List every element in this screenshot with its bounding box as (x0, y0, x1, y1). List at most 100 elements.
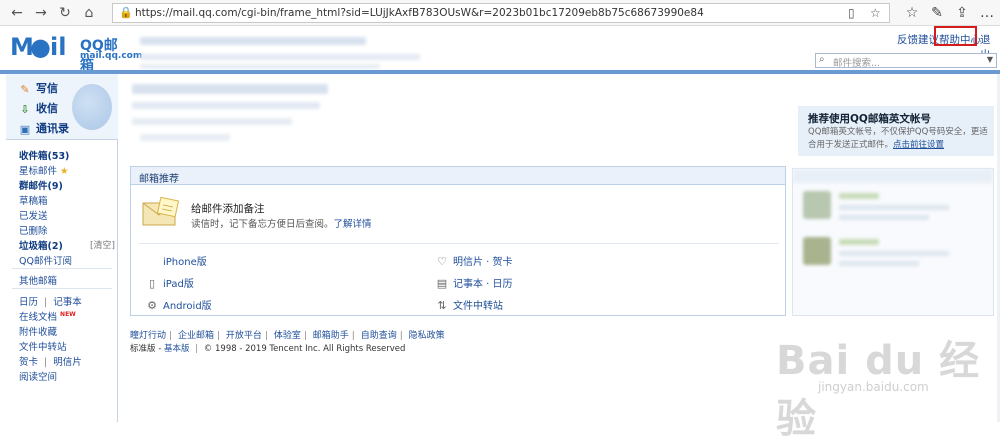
logo-url: mail.qq.com (80, 51, 143, 61)
feature-android[interactable]: ⚙ Android版 (145, 297, 212, 312)
feature-transfer-label: 文件中转站 (453, 301, 503, 312)
sidebar-item-inbox[interactable]: 收件箱(53) (19, 148, 69, 162)
footer-sep: | (264, 331, 268, 341)
go-settings-link[interactable]: 点击前往设置 (893, 140, 944, 150)
footer-link[interactable]: 开放平台 (226, 331, 262, 341)
note-feature-desc: 读信时，记下备忘方便日后查阅。了解详情 (191, 216, 372, 230)
feature-android-label: Android版 (163, 301, 212, 312)
chevron-down-icon[interactable]: ▼ (987, 55, 993, 64)
friend-name-blurred (839, 193, 879, 199)
english-account-recommend: 推荐使用QQ邮箱英文帐号 QQ邮箱英文帐号，不仅保护QQ号码安全，更适合用于发送… (798, 106, 994, 156)
forward-icon[interactable]: → (32, 4, 50, 22)
sidebar-item-file-transfer[interactable]: 文件中转站 (19, 339, 67, 353)
reading-view-icon[interactable]: ▯ (848, 6, 855, 20)
contacts-button[interactable]: ▣ 通讯录 (18, 120, 69, 136)
feature-notebook[interactable]: ▤ 记事本 · 日历 (435, 275, 513, 290)
avatar (803, 237, 831, 265)
feature-postcard-label: 明信片 · 贺卡 (453, 257, 513, 268)
footer-sep: | (351, 331, 355, 341)
sidebar-item-drafts[interactable]: 草稿箱 (19, 193, 48, 207)
postcards-link[interactable]: 明信片 (53, 357, 82, 368)
sidebar-item-deleted[interactable]: 已删除 (19, 223, 48, 237)
sidebar-item-sent[interactable]: 已发送 (19, 208, 48, 222)
feedback-link[interactable]: 反馈建议 (897, 32, 939, 47)
panel-title: 邮箱推荐 (139, 174, 179, 185)
contacts-label: 通讯录 (36, 122, 69, 135)
footer-link[interactable]: 自助查询 (361, 331, 397, 341)
footer-sep: | (195, 344, 199, 354)
logo-circle-icon: ● (30, 33, 51, 61)
friends-header-blurred (793, 169, 993, 183)
footer-link[interactable]: 隐私政策 (409, 331, 445, 341)
star-icon: ★ (60, 166, 69, 177)
home-icon[interactable]: ⌂ (80, 4, 98, 22)
sidebar-item-attachments[interactable]: 附件收藏 (19, 324, 57, 338)
url-text: https://mail.qq.com/cgi-bin/frame_html?s… (135, 7, 704, 19)
watermark-url: jingyan.baidu.com (818, 380, 929, 394)
friends-panel-blurred (792, 168, 994, 316)
panel-header: 邮箱推荐 (131, 167, 785, 185)
basic-version-link[interactable]: 基本版 (164, 344, 190, 354)
tablet-icon: ▯ (148, 277, 156, 290)
contacts-icon: ▣ (19, 123, 31, 136)
inbox-icon: ⇩ (20, 103, 30, 116)
recommend-title: 推荐使用QQ邮箱英文帐号 (808, 113, 931, 125)
footer-sep: | (169, 331, 173, 341)
compose-button[interactable]: ✎ 写信 (18, 80, 58, 96)
user-info-blurred-2 (140, 64, 380, 69)
help-highlight-box (934, 26, 977, 46)
sidebar-item-starred[interactable]: 星标邮件 ★ (19, 163, 69, 177)
favorite-star-icon[interactable]: ☆ (870, 6, 881, 20)
footer-link[interactable]: 邮箱助手 (313, 331, 349, 341)
calendar-icon: ▤ (436, 277, 448, 290)
learn-more-link[interactable]: 了解详情 (334, 219, 372, 230)
back-icon[interactable]: ← (8, 4, 26, 22)
user-info-blurred (140, 54, 420, 60)
feature-iphone[interactable]: iPhone版 (145, 253, 207, 268)
account-info-blurred-2 (132, 118, 292, 125)
footer-link[interactable]: 瞳灯行动 (130, 331, 166, 341)
cards-link[interactable]: 贺卡 (19, 357, 38, 368)
inbox-label: 收信 (36, 102, 58, 115)
mail-search-input[interactable]: ⌕ 邮件搜索... ▼ (815, 53, 997, 69)
calendar-link[interactable]: 日历 (19, 297, 38, 308)
friend-info-blurred (839, 261, 919, 266)
feature-postcard[interactable]: ♡ 明信片 · 贺卡 (435, 253, 513, 268)
feature-ipad-label: iPad版 (163, 279, 194, 290)
footer-link[interactable]: 体验室 (274, 331, 301, 341)
friend-info-blurred (839, 251, 949, 256)
sidebar-divider (12, 268, 112, 269)
user-name-blurred (140, 37, 366, 45)
envelope-note-icon (142, 197, 180, 226)
mailbox-recommend-panel: 邮箱推荐 给邮件添加备注 读信时，记下备忘方便日后查阅。了解详情 iPhone版… (130, 166, 786, 316)
refresh-icon[interactable]: ↻ (56, 4, 74, 22)
notes-link[interactable]: 记事本 (53, 297, 82, 308)
sidebar-item-online-docs[interactable]: 在线文档 NEW (19, 309, 76, 323)
browser-toolbar: ← → ↻ ⌂ 🔒 https://mail.qq.com/cgi-bin/fr… (0, 0, 1000, 26)
new-badge: NEW (60, 311, 76, 318)
feature-iphone-label: iPhone版 (163, 257, 207, 268)
transfer-icon: ⇅ (437, 299, 447, 312)
address-bar[interactable]: 🔒 https://mail.qq.com/cgi-bin/frame_html… (112, 3, 890, 23)
qq-mail-logo[interactable]: M ● il QQ邮箱 mail.qq.com (10, 33, 142, 74)
favorites-icon[interactable]: ☆ (903, 4, 921, 22)
sidebar-item-reading[interactable]: 阅读空间 (19, 369, 57, 383)
header-divider (0, 70, 1000, 74)
share-icon[interactable]: ⇪ (953, 4, 971, 22)
android-icon: ⚙ (147, 299, 157, 312)
clear-spam-link[interactable]: [清空] (90, 238, 115, 251)
sidebar-item-subscription[interactable]: QQ邮件订阅 (19, 253, 72, 267)
footer-link[interactable]: 企业邮箱 (178, 331, 214, 341)
sidebar-item-spam[interactable]: 垃圾箱(2) (19, 238, 63, 252)
more-icon[interactable]: … (978, 4, 996, 22)
sidebar-item-other-mailbox[interactable]: 其他邮箱 (19, 273, 57, 287)
feature-transfer[interactable]: ⇅ 文件中转站 (435, 297, 503, 312)
online-docs-label: 在线文档 (19, 312, 58, 323)
feature-ipad[interactable]: ▯ iPad版 (145, 275, 194, 290)
inbox-button[interactable]: ⇩ 收信 (18, 100, 58, 116)
baidu-watermark: Bai du 经验 jingyan.baidu.com (728, 320, 1000, 442)
lock-icon: 🔒 (119, 6, 133, 19)
sidebar-item-group[interactable]: 群邮件(9) (19, 178, 63, 192)
footer-sep: | (303, 331, 307, 341)
pen-icon[interactable]: ✎ (928, 4, 946, 22)
